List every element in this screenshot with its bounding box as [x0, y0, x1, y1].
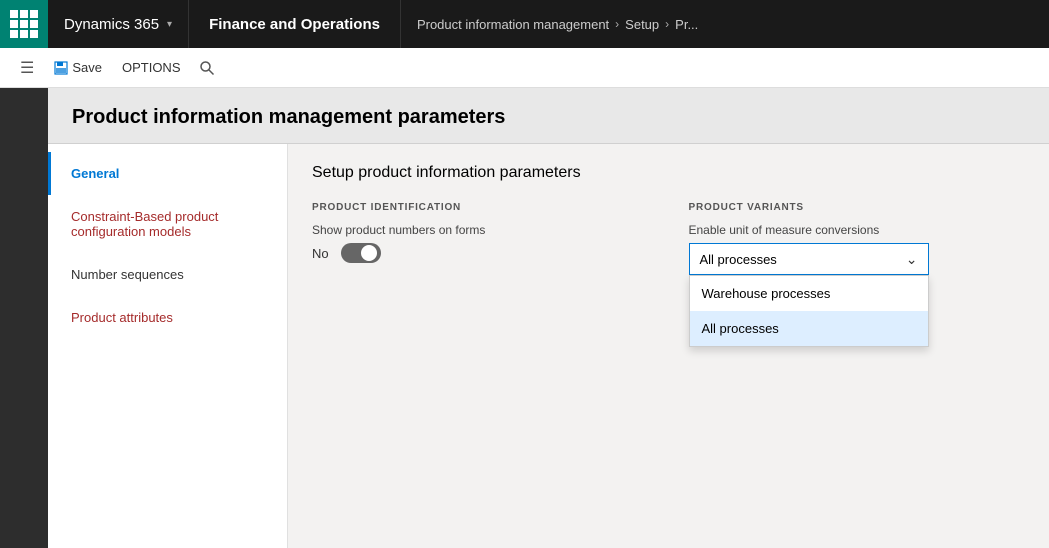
options-button[interactable]: OPTIONS: [114, 56, 189, 79]
app-launcher-grid: [10, 10, 38, 38]
product-numbers-toggle[interactable]: [341, 243, 381, 263]
dropdown-selected-value: All processes: [700, 252, 777, 267]
unit-conversion-dropdown[interactable]: All processes ⌄: [689, 243, 929, 275]
enable-unit-label: Enable unit of measure conversions: [689, 223, 1026, 237]
app-name-label: Finance and Operations: [189, 0, 401, 48]
dynamics365-label: Dynamics 365: [64, 16, 159, 33]
breadcrumb-sep-2: ›: [665, 17, 669, 31]
main-layout: Product information management parameter…: [0, 88, 1049, 548]
product-variants-label: PRODUCT VARIANTS: [689, 202, 1026, 213]
top-nav: Dynamics 365 ▾ Finance and Operations Pr…: [0, 0, 1049, 48]
page-title-area: Product information management parameter…: [48, 88, 1049, 144]
toggle-row: No: [312, 243, 649, 263]
options-label: OPTIONS: [122, 60, 181, 75]
dropdown-menu: Warehouse processes All processes: [689, 275, 929, 347]
section-title: Setup product information parameters: [312, 164, 1025, 182]
breadcrumb-item-1[interactable]: Product information management: [417, 17, 609, 32]
dropdown-wrapper: All processes ⌄ Warehouse processes All …: [689, 243, 1026, 275]
page-content: Product information management parameter…: [48, 88, 1049, 548]
show-product-numbers-label: Show product numbers on forms: [312, 223, 649, 237]
tab-constraint[interactable]: Constraint-Based product configuration m…: [48, 195, 287, 253]
dropdown-option-all[interactable]: All processes: [690, 311, 928, 346]
dropdown-option-warehouse[interactable]: Warehouse processes: [690, 276, 928, 311]
product-variants-section: PRODUCT VARIANTS Enable unit of measure …: [689, 202, 1026, 275]
search-button[interactable]: [193, 54, 221, 82]
app-launcher[interactable]: [0, 0, 48, 48]
params-grid: PRODUCT IDENTIFICATION Show product numb…: [312, 202, 1025, 275]
dynamics365-chevron: ▾: [167, 19, 172, 30]
page-title: Product information management parameter…: [72, 106, 1025, 129]
left-tabs: General Constraint-Based product configu…: [48, 144, 288, 548]
product-identification-label: PRODUCT IDENTIFICATION: [312, 202, 649, 213]
tab-general[interactable]: General: [48, 152, 287, 195]
toolbar: ☰ Save OPTIONS: [0, 48, 1049, 88]
search-icon: [199, 60, 215, 76]
right-panel: Setup product information parameters PRO…: [288, 144, 1049, 548]
left-sidebar: [0, 88, 48, 548]
tab-number-sequences[interactable]: Number sequences: [48, 253, 287, 296]
breadcrumb-sep-1: ›: [615, 17, 619, 31]
menu-icon[interactable]: ☰: [12, 54, 42, 82]
tab-product-attributes[interactable]: Product attributes: [48, 296, 287, 339]
breadcrumb: Product information management › Setup ›…: [401, 17, 714, 32]
save-label: Save: [72, 60, 102, 75]
breadcrumb-item-3[interactable]: Pr...: [675, 17, 698, 32]
toggle-value-text: No: [312, 246, 329, 261]
breadcrumb-item-2[interactable]: Setup: [625, 17, 659, 32]
content-body: General Constraint-Based product configu…: [48, 144, 1049, 548]
dynamics365-nav[interactable]: Dynamics 365 ▾: [48, 0, 189, 48]
dropdown-chevron-icon: ⌄: [906, 251, 918, 268]
save-button[interactable]: Save: [46, 56, 110, 79]
product-identification-section: PRODUCT IDENTIFICATION Show product numb…: [312, 202, 649, 275]
save-icon: [54, 61, 68, 75]
